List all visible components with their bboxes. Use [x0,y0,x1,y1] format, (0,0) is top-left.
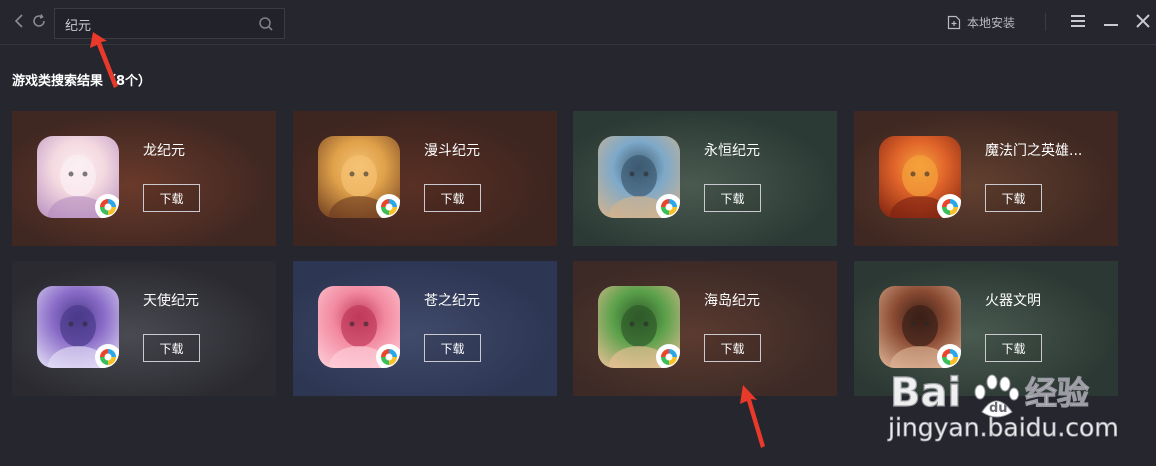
download-button[interactable]: 下载 [704,334,761,362]
download-button[interactable]: 下载 [143,184,200,212]
game-name: 天使纪元 [143,293,199,309]
game-icon[interactable] [598,136,680,218]
baidu-paw-icon: du [974,374,1019,418]
game-icon[interactable] [598,286,680,368]
game-icon[interactable] [37,136,119,218]
search-icon[interactable] [258,16,274,32]
game-name: 漫斗纪元 [424,143,480,159]
back-button[interactable] [10,12,28,30]
watermark-brand: Bai [890,370,961,416]
game-name: 苍之纪元 [424,293,480,309]
game-name: 永恒纪元 [704,143,760,159]
search-input[interactable] [65,15,255,33]
platform-badge-icon [95,344,119,368]
toolbar-divider [1045,13,1046,31]
game-name: 海岛纪元 [704,293,760,309]
download-button[interactable]: 下载 [424,184,481,212]
chevron-left-icon [14,14,23,28]
game-card[interactable]: 苍之纪元 下载 [293,261,557,396]
platform-badge-icon [656,344,680,368]
game-icon[interactable] [37,286,119,368]
close-icon [1136,14,1150,28]
game-name: 魔法门之英雄... [985,143,1083,159]
watermark-brand-tail: 经验 [1025,374,1089,412]
download-button[interactable]: 下载 [143,334,200,362]
results-heading: 游戏类搜索结果（8个） [12,74,152,89]
search-box [54,8,285,39]
game-card[interactable]: 永恒纪元 下载 [573,111,837,246]
download-button[interactable]: 下载 [985,334,1042,362]
refresh-icon [33,14,45,27]
game-icon[interactable] [879,136,961,218]
platform-badge-icon [656,194,680,218]
platform-badge-icon [376,194,400,218]
minimize-icon [1104,24,1118,26]
download-button[interactable]: 下载 [424,334,481,362]
minimize-button[interactable] [1100,10,1122,32]
close-button[interactable] [1132,10,1154,32]
platform-badge-icon [376,344,400,368]
game-card[interactable]: 龙纪元 下载 [12,111,276,246]
game-name: 龙纪元 [143,143,185,159]
menu-button[interactable] [1067,10,1089,32]
local-install-label: 本地安装 [967,15,1016,30]
top-bar: 本地安装 [0,0,1156,45]
platform-badge-icon [95,194,119,218]
local-install-button[interactable]: 本地安装 [947,12,1015,32]
game-card[interactable]: 漫斗纪元 下载 [293,111,557,246]
game-icon[interactable] [879,286,961,368]
download-button[interactable]: 下载 [704,184,761,212]
game-card[interactable]: 天使纪元 下载 [12,261,276,396]
download-button[interactable]: 下载 [985,184,1042,212]
game-icon[interactable] [318,286,400,368]
hamburger-icon [1071,15,1085,27]
watermark-url: jingyan.baidu.com [887,413,1119,442]
game-card[interactable]: 海岛纪元 下载 [573,261,837,396]
game-card[interactable]: 魔法门之英雄... 下载 [854,111,1118,246]
game-icon[interactable] [318,136,400,218]
baidu-watermark: Bai du 经验 jingyan.baidu.com [880,360,1156,466]
add-file-icon [947,15,961,29]
game-name: 火器文明 [985,293,1041,309]
platform-badge-icon [937,194,961,218]
refresh-button[interactable] [30,12,48,30]
